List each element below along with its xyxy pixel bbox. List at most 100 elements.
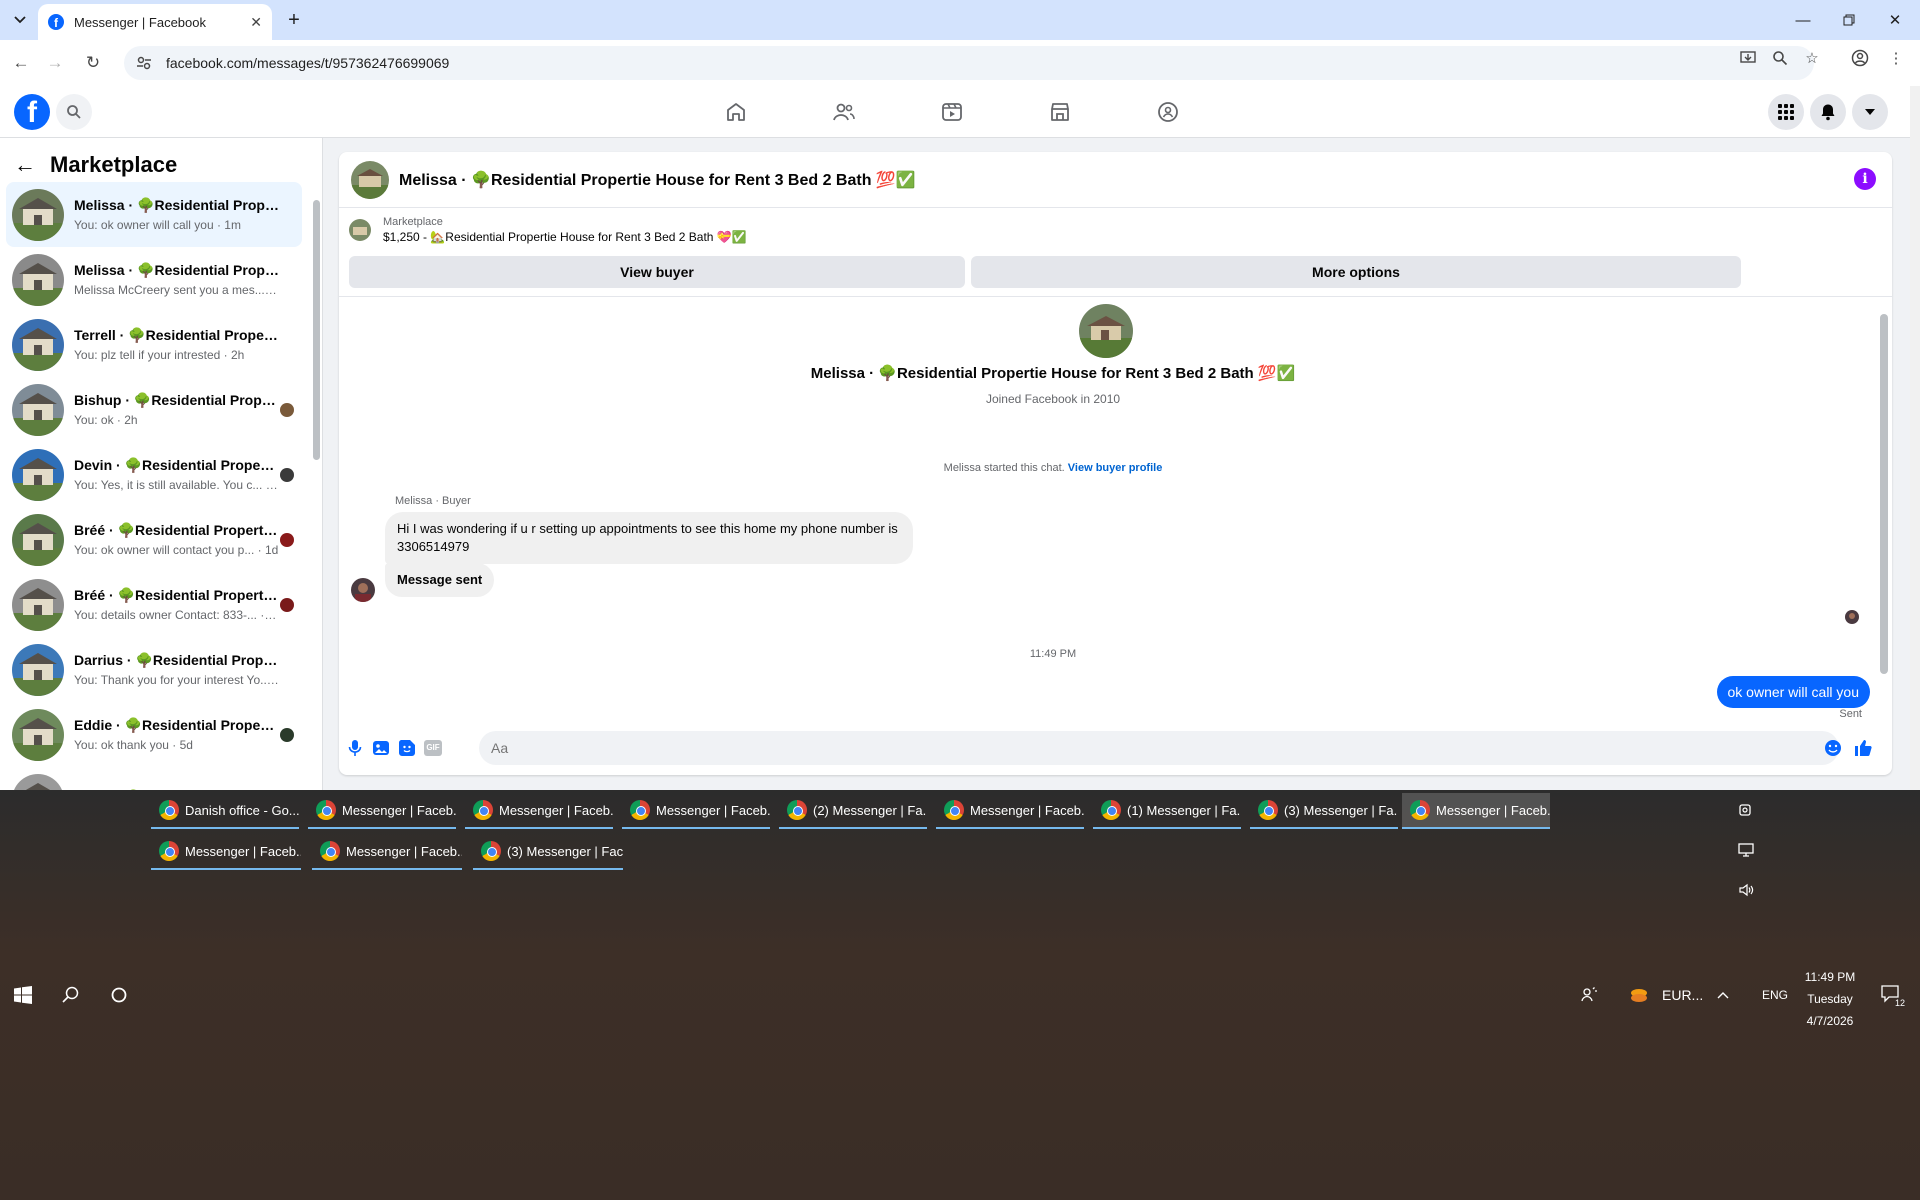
new-tab-icon[interactable]: +: [282, 8, 306, 32]
system-clock[interactable]: 11:49 PM Tuesday 4/7/2026: [1800, 966, 1860, 1032]
display-icon[interactable]: [1736, 840, 1756, 860]
chrome-icon: [320, 841, 340, 861]
zoom-icon[interactable]: [1770, 48, 1790, 68]
conversation-item[interactable]: Darrius · 🌳Residential Properti... You: T…: [6, 637, 302, 702]
chat-scrollbar[interactable]: [1880, 302, 1888, 722]
conversation-item[interactable]: Eddie · 🌳Residential Propertie ...: [6, 767, 302, 790]
taskbar-window-button[interactable]: Messenger | Faceb...: [312, 834, 462, 870]
conversation-item[interactable]: Melissa · 🌳Residential Properti... Meliss…: [6, 247, 302, 312]
conversation-item[interactable]: Terrell · 🌳Residential Propertie ... You:…: [6, 312, 302, 377]
conversation-name: Bishup · 🌳Residential Proper...: [74, 392, 279, 408]
tab-title: Messenger | Facebook: [74, 14, 206, 30]
forward-icon[interactable]: →: [42, 50, 68, 76]
taskbar-window-button[interactable]: (1) Messenger | Fa...: [1093, 793, 1241, 829]
listing-thumbnail: [349, 219, 371, 241]
friends-icon[interactable]: [828, 96, 860, 128]
currency-ticker[interactable]: EUR...: [1662, 986, 1703, 1004]
chat-header-name[interactable]: Melissa · 🌳Residential Propertie House f…: [399, 170, 916, 190]
clock-time: 11:49 PM: [1804, 970, 1856, 984]
taskbar-window-button[interactable]: Messenger | Faceb...: [622, 793, 770, 829]
profile-icon[interactable]: [1850, 48, 1870, 68]
taskbar-window-button[interactable]: Messenger | Faceb...: [308, 793, 456, 829]
video-icon[interactable]: [936, 96, 968, 128]
sidebar-header: ← Marketplace: [14, 152, 177, 178]
conversation-avatar: [12, 253, 64, 306]
taskbar-window-button[interactable]: Messenger | Faceb...: [936, 793, 1084, 829]
conversation-item[interactable]: Bréé · 🌳Residential Propertie... You: ok …: [6, 507, 302, 572]
browser-tab-active[interactable]: f Messenger | Facebook ✕: [38, 4, 272, 40]
conversation-item[interactable]: Melissa · 🌳Residential Properti... You: o…: [6, 182, 302, 247]
conversation-item[interactable]: Bréé · 🌳Residential Propertie... You: det…: [6, 572, 302, 637]
page-scrollbar[interactable]: [1910, 86, 1920, 790]
account-menu-icon[interactable]: [1852, 94, 1888, 130]
menu-grid-icon[interactable]: [1768, 94, 1804, 130]
browser-toolbar: ← → ↻ facebook.com/messages/t/9573624766…: [0, 40, 1920, 86]
notifications-bell-icon[interactable]: [1810, 94, 1846, 130]
facebook-logo-icon[interactable]: f: [14, 94, 50, 130]
minimize-icon[interactable]: —: [1780, 0, 1826, 40]
more-options-button[interactable]: More options: [971, 256, 1741, 288]
install-app-icon[interactable]: [1738, 48, 1758, 68]
currency-weather-icon[interactable]: [1628, 984, 1650, 1006]
reload-icon[interactable]: ↻: [80, 50, 106, 76]
outgoing-message[interactable]: ok owner will call you: [1716, 676, 1870, 708]
back-arrow-icon[interactable]: ←: [14, 152, 36, 178]
incoming-message[interactable]: Message sent: [385, 563, 495, 597]
tab-search-icon[interactable]: [8, 10, 32, 30]
conversation-item[interactable]: Bishup · 🌳Residential Proper... You: ok ·…: [6, 377, 302, 442]
clock-day: Tuesday: [1807, 992, 1853, 1006]
restore-icon[interactable]: [1826, 0, 1872, 40]
groups-icon[interactable]: [1152, 96, 1184, 128]
taskbar-search-icon[interactable]: [60, 984, 82, 1006]
action-center-icon[interactable]: 12: [1878, 982, 1906, 1008]
cortana-icon[interactable]: [108, 984, 130, 1006]
buyer-profile-name: Melissa · 🌳Residential Propertie House f…: [810, 365, 1296, 382]
info-icon[interactable]: i: [1854, 168, 1876, 190]
home-icon[interactable]: [720, 96, 752, 128]
emoji-icon[interactable]: [1823, 738, 1843, 758]
tab-close-icon[interactable]: ✕: [250, 14, 262, 31]
close-window-icon[interactable]: ✕: [1872, 0, 1918, 40]
input-language[interactable]: ENG: [1762, 986, 1788, 1004]
meet-now-icon[interactable]: [1736, 800, 1756, 820]
people-icon[interactable]: [1578, 984, 1600, 1006]
participant-mini-avatar: [280, 728, 294, 742]
taskbar-window-button[interactable]: Messenger | Faceb...: [151, 834, 301, 870]
windows-start-icon[interactable]: [12, 984, 34, 1006]
bookmark-star-icon[interactable]: ☆: [1802, 48, 1822, 68]
conversation-item[interactable]: Devin · 🌳Residential Properti... You: Yes…: [6, 442, 302, 507]
participant-mini-avatar: [280, 468, 294, 482]
sidebar-scrollbar[interactable]: [312, 190, 320, 590]
taskbar-window-button[interactable]: Messenger | Faceb...: [1402, 793, 1550, 829]
buyer-avatar[interactable]: [351, 578, 375, 602]
message-input[interactable]: [479, 731, 1839, 765]
site-info-icon[interactable]: [136, 55, 152, 71]
conversation-list: Melissa · 🌳Residential Properti... You: o…: [6, 182, 302, 790]
marketplace-listing-row[interactable]: Marketplace $1,250 - 🏡Residential Proper…: [349, 216, 747, 244]
address-bar[interactable]: facebook.com/messages/t/957362476699069: [124, 46, 1814, 80]
incoming-message[interactable]: Hi I was wondering if u r setting up app…: [385, 512, 913, 564]
conversation-item[interactable]: Eddie · 🌳Residential Properti... You: ok …: [6, 702, 302, 767]
taskbar-window-button[interactable]: Messenger | Faceb...: [465, 793, 613, 829]
conversation-name: Terrell · 🌳Residential Propertie ...: [74, 327, 279, 343]
microphone-icon[interactable]: [345, 738, 365, 758]
buyer-profile-avatar[interactable]: [1079, 304, 1133, 358]
marketplace-icon[interactable]: [1044, 96, 1076, 128]
search-icon[interactable]: [56, 94, 92, 130]
view-buyer-profile-link[interactable]: View buyer profile: [1068, 462, 1163, 474]
gif-icon[interactable]: GIF: [423, 738, 443, 758]
volume-icon[interactable]: [1736, 880, 1756, 900]
taskbar-window-button[interactable]: (3) Messenger | Fa...: [1250, 793, 1398, 829]
sticker-icon[interactable]: [397, 738, 417, 758]
chrome-icon: [481, 841, 501, 861]
thumbs-up-icon[interactable]: [1853, 738, 1873, 758]
browser-menu-icon[interactable]: ⋮: [1886, 48, 1906, 68]
back-icon[interactable]: ←: [8, 50, 34, 76]
view-buyer-button[interactable]: View buyer: [349, 256, 965, 288]
taskbar-window-button[interactable]: (2) Messenger | Fa...: [779, 793, 927, 829]
chat-header-avatar[interactable]: [351, 160, 389, 199]
taskbar-window-button[interactable]: Danish office - Go...: [151, 793, 299, 829]
show-hidden-icons-chevron-icon[interactable]: [1714, 986, 1732, 1004]
taskbar-window-button[interactable]: (3) Messenger | Fac...: [473, 834, 623, 870]
photo-icon[interactable]: [371, 738, 391, 758]
